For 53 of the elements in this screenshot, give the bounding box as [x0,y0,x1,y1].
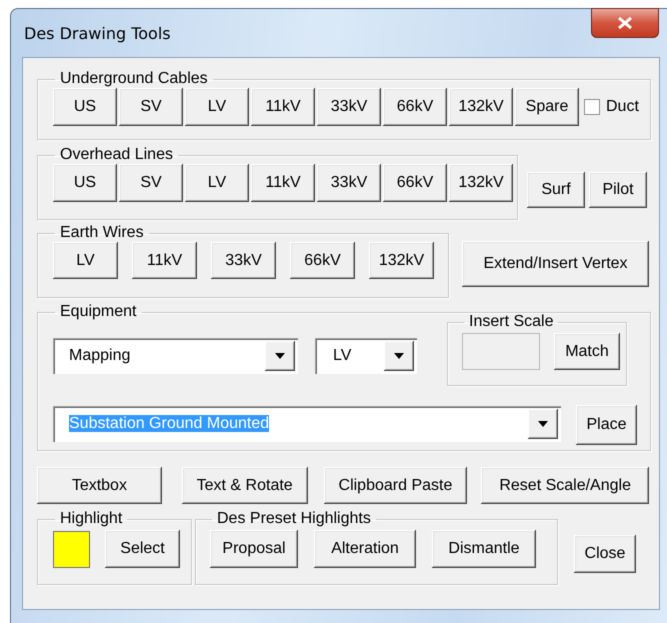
dropdown-arrow-icon [394,353,404,359]
line-button[interactable]: Pilot [589,172,647,208]
category-dropdown[interactable]: Mapping [53,338,298,374]
earth-wire-button[interactable]: 66kV [290,242,355,279]
close-window-button[interactable] [591,8,659,38]
dismantle-button[interactable]: Dismantle [432,530,536,568]
close-icon [617,17,633,29]
cable-button[interactable]: SV [119,88,183,126]
line-button[interactable]: 132kV [449,164,513,202]
reset-scale-button[interactable]: Reset Scale/Angle [481,467,650,504]
close-button[interactable]: Close [574,535,636,573]
earth-wire-button[interactable]: 11kV [132,242,197,279]
line-button[interactable]: 11kV [251,164,315,202]
highlight-color-swatch[interactable] [53,530,90,568]
cable-button[interactable]: US [53,88,117,126]
earth-wire-button[interactable]: LV [53,242,118,279]
group-label: Insert Scale [468,313,554,331]
line-button[interactable]: Surf [527,172,585,208]
earth-wire-button[interactable]: 33kV [211,242,276,279]
clipboard-paste-button[interactable]: Clipboard Paste [324,467,468,504]
group-label: Underground Cables [59,70,209,88]
dropdown-arrow-icon [275,353,285,359]
cable-button[interactable]: 33kV [317,88,381,126]
cable-button[interactable]: Spare [515,88,579,126]
place-button[interactable]: Place [576,405,637,445]
group-label: Highlight [59,510,124,528]
voltage-dropdown[interactable]: LV [315,338,417,374]
line-button[interactable]: US [53,164,117,202]
line-button[interactable]: SV [119,164,183,202]
alteration-button[interactable]: Alteration [314,530,416,568]
cable-button[interactable]: LV [185,88,249,126]
text-rotate-button[interactable]: Text & Rotate [182,467,308,504]
checkbox-label: Duct [606,98,639,116]
earth-wire-button[interactable]: 132kV [369,242,434,279]
cable-button[interactable]: 132kV [449,88,513,126]
group-label: Des Preset Highlights [216,510,372,528]
line-button[interactable]: 66kV [383,164,447,202]
group-label: Overhead Lines [59,146,174,164]
duct-checkbox[interactable] [584,99,600,115]
line-button[interactable]: 33kV [317,164,381,202]
textbox-button[interactable]: Textbox [37,467,162,504]
group-label: Equipment [59,303,138,321]
scale-field[interactable] [462,333,540,370]
cable-button[interactable]: 11kV [251,88,315,126]
proposal-button[interactable]: Proposal [210,530,298,568]
window-title: Des Drawing Tools [24,24,171,42]
match-button[interactable]: Match [554,333,620,370]
cable-button[interactable]: 66kV [383,88,447,126]
extend-vertex-button[interactable]: Extend/Insert Vertex [462,241,649,287]
group-label: Earth Wires [59,224,145,242]
dropdown-arrow-icon [538,420,548,426]
line-button[interactable]: LV [185,164,249,202]
select-button[interactable]: Select [105,530,180,568]
